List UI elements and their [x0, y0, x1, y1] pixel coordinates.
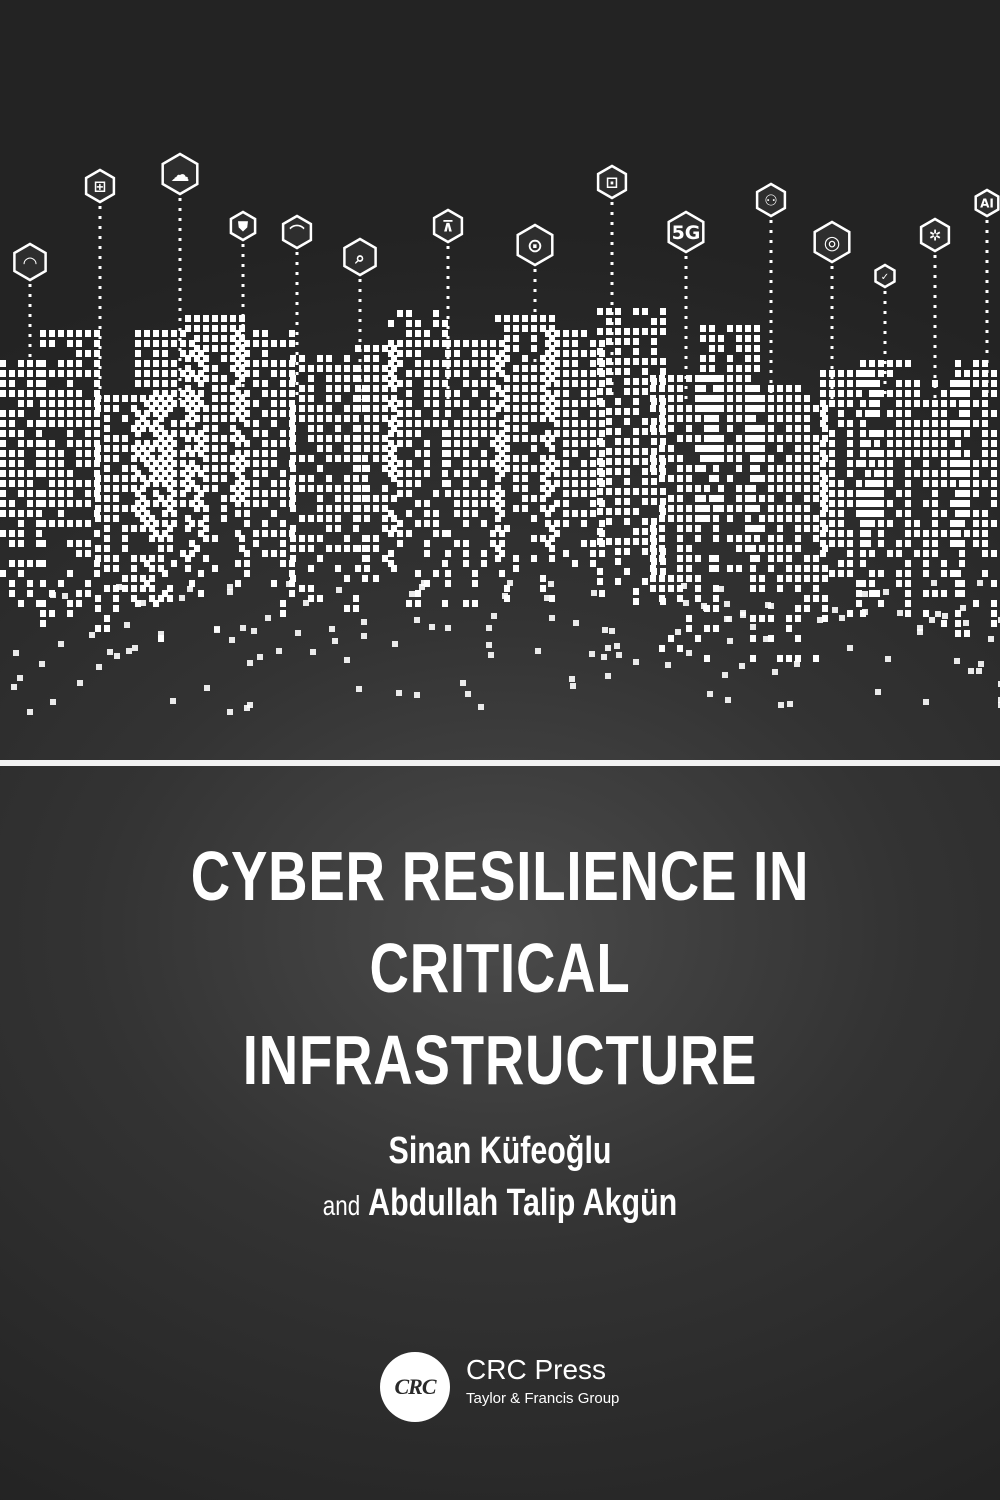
svg-text:⛊: ⛊	[237, 220, 248, 235]
city-skyline-illustration: ◠ ⊞ ☁ ⛊ ⌒ ⌕ ⊼ ⊙ ⊡ 5G ⚇ ◎ ✓ ✲ AI	[0, 152, 1000, 715]
people-icon: ⚇	[755, 182, 787, 400]
svg-text:⌒: ⌒	[289, 224, 304, 242]
svg-text:⚇: ⚇	[764, 192, 777, 210]
title-line-1: CYBER RESILIENCE IN	[190, 837, 810, 915]
crc-logo: CRC	[380, 1352, 450, 1422]
svg-text:⊞: ⊞	[94, 178, 107, 196]
and-word: and	[322, 1190, 361, 1221]
gear-icon: ✲	[919, 217, 951, 400]
divider-line	[0, 760, 1000, 766]
authors: Sinan Küfeoğlu and Abdullah Talip Akgün	[0, 1125, 1000, 1232]
svg-text:✓: ✓	[881, 272, 889, 283]
publisher-group: Taylor & Francis Group	[466, 1390, 620, 1407]
svg-text:⊼: ⊼	[442, 218, 454, 236]
svg-text:✲: ✲	[929, 227, 942, 245]
author-1: Sinan Küfeoğlu	[388, 1130, 612, 1172]
svg-text:5G: 5G	[672, 222, 701, 244]
author-line-2: and Abdullah Talip Akgün	[100, 1177, 900, 1232]
svg-text:☁: ☁	[171, 164, 190, 186]
book-cover: ◠ ⊞ ☁ ⛊ ⌒ ⌕ ⊼ ⊙ ⊡ 5G ⚇ ◎ ✓ ✲ AI CYBER RESILIENCE IN CR…	[0, 0, 1000, 1500]
author-2: Abdullah Talip Akgün	[368, 1182, 678, 1224]
publisher-name: CRC Press	[466, 1354, 607, 1385]
like-icon: ✓	[874, 263, 896, 400]
svg-text:⊙: ⊙	[527, 235, 543, 257]
car-icon: ⌒	[281, 214, 313, 400]
5g-icon: 5G	[667, 210, 705, 400]
svg-text:⊡: ⊡	[606, 174, 619, 192]
svg-text:AI: AI	[980, 197, 994, 211]
publisher: CRC CRC Press Taylor & Francis Group	[380, 1352, 640, 1424]
svg-text:⌕: ⌕	[354, 248, 365, 268]
svg-text:◠: ◠	[23, 253, 37, 273]
ai-icon: AI	[974, 188, 1000, 400]
title-line-2: CRITICAL INFRASTRUCTURE	[242, 929, 758, 1099]
book-title: CYBER RESILIENCE IN CRITICAL INFRASTRUCT…	[0, 830, 1000, 1106]
svg-text:◎: ◎	[824, 232, 841, 254]
